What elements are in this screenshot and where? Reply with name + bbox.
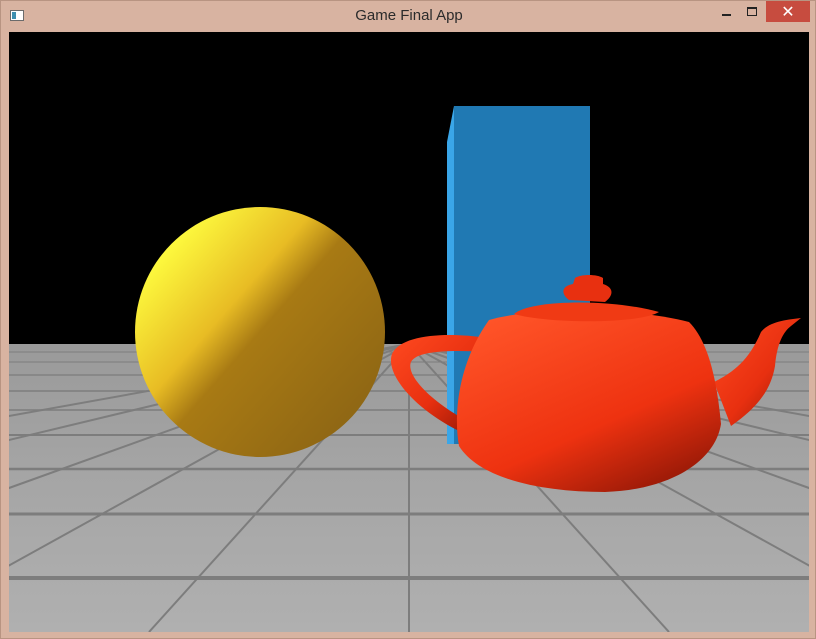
- maximize-button[interactable]: [739, 1, 765, 22]
- maximize-icon: [747, 7, 757, 16]
- title-bar[interactable]: Game Final App ✕: [1, 1, 816, 32]
- yellow-sphere[interactable]: [135, 207, 385, 457]
- close-icon: ✕: [781, 2, 795, 21]
- close-button[interactable]: ✕: [766, 1, 810, 22]
- minimize-icon: [721, 13, 731, 16]
- app-window: Game Final App ✕: [0, 0, 816, 639]
- window-title: Game Final App: [355, 7, 463, 24]
- minimize-button[interactable]: [713, 1, 739, 22]
- game-viewport[interactable]: [9, 32, 809, 632]
- scene-canvas: [9, 106, 809, 632]
